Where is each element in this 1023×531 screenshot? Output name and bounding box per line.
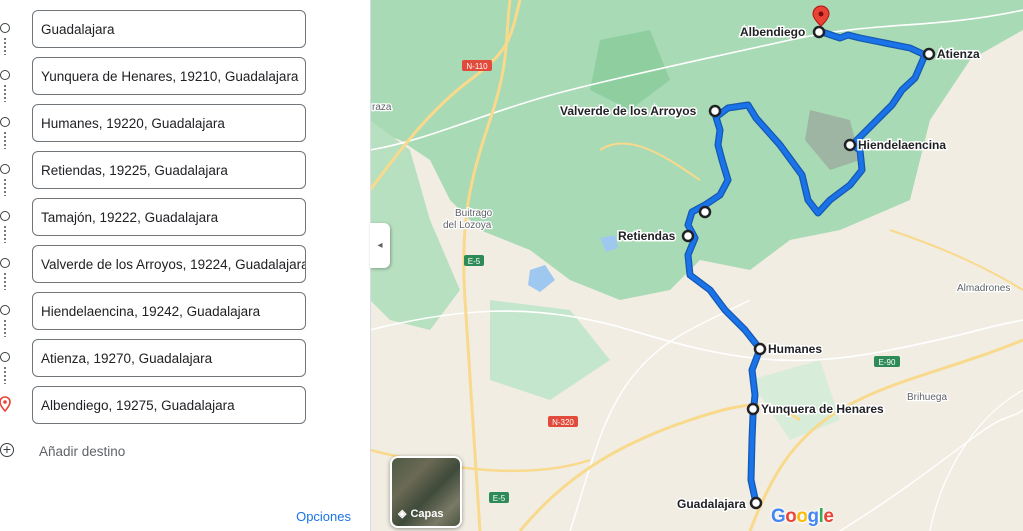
map-canvas[interactable]: N-110 E-5 E-5 N-320 E-90 Albendiego Atie… — [370, 0, 1023, 531]
stop-row: Humanes, 19220, Guadalajara — [0, 104, 370, 144]
waypoint-valverde — [708, 104, 722, 118]
road-label-e5: E-5 — [468, 257, 481, 266]
layers-label: Capas — [410, 507, 444, 520]
route-connector-dots — [4, 178, 6, 196]
label-albendiego: Albendiego — [740, 25, 805, 39]
label-retiendas: Retiendas — [618, 229, 676, 243]
waypoint-retiendas — [681, 229, 695, 243]
waypoint-circle-icon — [0, 117, 10, 127]
label-brihuega: Brihuega — [907, 392, 947, 403]
directions-panel: Guadalajara Yunquera de Henares, 19210, G… — [0, 0, 371, 531]
label-yunquera: Yunquera de Henares — [761, 402, 884, 416]
stop-input[interactable]: Retiendas, 19225, Guadalajara — [32, 151, 306, 189]
destination-pin-icon — [0, 396, 11, 413]
waypoint-circle-icon — [0, 23, 10, 33]
road-shield-n110: N-110 — [462, 60, 492, 71]
route-connector-dots — [4, 131, 6, 149]
label-atienza: Atienza — [937, 47, 980, 61]
stop-row: Yunquera de Henares, 19210, Guadalajara — [0, 57, 370, 97]
waypoint-circle-icon — [0, 70, 10, 80]
stop-input[interactable]: Atienza, 19270, Guadalajara — [32, 339, 306, 377]
waypoint-circle-icon — [0, 352, 10, 362]
label-humanes: Humanes — [768, 342, 822, 356]
add-destination-button[interactable]: + Añadir destino — [0, 440, 300, 464]
waypoint-circle-icon — [0, 305, 10, 315]
waypoint-circle-icon — [0, 258, 10, 268]
waypoint-guadalajara — [749, 496, 763, 510]
route-connector-dots — [4, 319, 6, 337]
label-almadrones: Almadrones — [957, 283, 1010, 294]
label-valverde: Valverde de los Arroyos — [560, 104, 697, 118]
road-label-n110: N-110 — [466, 62, 488, 71]
waypoint-circle-icon — [0, 164, 10, 174]
route-connector-dots — [4, 225, 6, 243]
label-raza: raza — [372, 102, 392, 113]
stop-input[interactable]: Guadalajara — [32, 10, 306, 48]
options-link[interactable]: Opciones — [296, 509, 351, 524]
stop-input[interactable]: Humanes, 19220, Guadalajara — [32, 104, 306, 142]
road-label-n320: N-320 — [552, 418, 574, 427]
stop-row: Albendiego, 19275, Guadalajara — [0, 386, 370, 426]
road-shield-e5-bottom: E-5 — [489, 492, 509, 503]
stop-row: Retiendas, 19225, Guadalajara — [0, 151, 370, 191]
waypoint-circle-icon — [0, 211, 10, 221]
route-connector-dots — [4, 366, 6, 384]
add-destination-label: Añadir destino — [39, 444, 126, 459]
stop-row: Atienza, 19270, Guadalajara — [0, 339, 370, 379]
waypoint-humanes — [753, 342, 767, 356]
stop-row: Hiendelaencina, 19242, Guadalajara — [0, 292, 370, 332]
collapse-panel-button[interactable]: ◂ — [370, 223, 390, 268]
label-buitrago: Buitrago — [455, 208, 493, 219]
waypoint-yunquera — [746, 402, 760, 416]
road-shield-n320: N-320 — [548, 416, 578, 427]
waypoint-hiendelaencina — [843, 138, 857, 152]
road-label-e90: E-90 — [879, 358, 896, 367]
route-connector-dots — [4, 37, 6, 55]
layers-icon: ◈ — [398, 508, 407, 520]
stop-row: Guadalajara — [0, 10, 370, 50]
stop-row: Tamajón, 19222, Guadalajara — [0, 198, 370, 238]
waypoint-albendiego — [812, 25, 826, 39]
waypoint-tamajon — [698, 205, 712, 219]
label-buitrago-2: del Lozoya — [443, 220, 492, 231]
label-guadalajara: Guadalajara — [677, 497, 746, 511]
label-hiendelaencina: Hiendelaencina — [858, 138, 946, 152]
stop-input[interactable]: Albendiego, 19275, Guadalajara — [32, 386, 306, 424]
stop-row: Valverde de los Arroyos, 19224, Guadalaj… — [0, 245, 370, 285]
road-shield-e90: E-90 — [874, 356, 900, 367]
add-icon: + — [0, 442, 14, 457]
stop-input[interactable]: Hiendelaencina, 19242, Guadalajara — [32, 292, 306, 330]
google-logo: Google — [771, 506, 834, 527]
route-connector-dots — [4, 84, 6, 102]
chevron-left-icon: ◂ — [377, 240, 383, 251]
road-label-e5-bottom: E-5 — [493, 494, 506, 503]
road-shield-e5: E-5 — [464, 255, 484, 266]
route-connector-dots — [4, 272, 6, 290]
waypoint-atienza — [922, 47, 936, 61]
stop-input[interactable]: Tamajón, 19222, Guadalajara — [32, 198, 306, 236]
layers-button[interactable]: ◈ Capas — [390, 456, 462, 528]
stop-input[interactable]: Valverde de los Arroyos, 19224, Guadalaj… — [32, 245, 306, 283]
stop-input[interactable]: Yunquera de Henares, 19210, Guadalajara — [32, 57, 306, 95]
